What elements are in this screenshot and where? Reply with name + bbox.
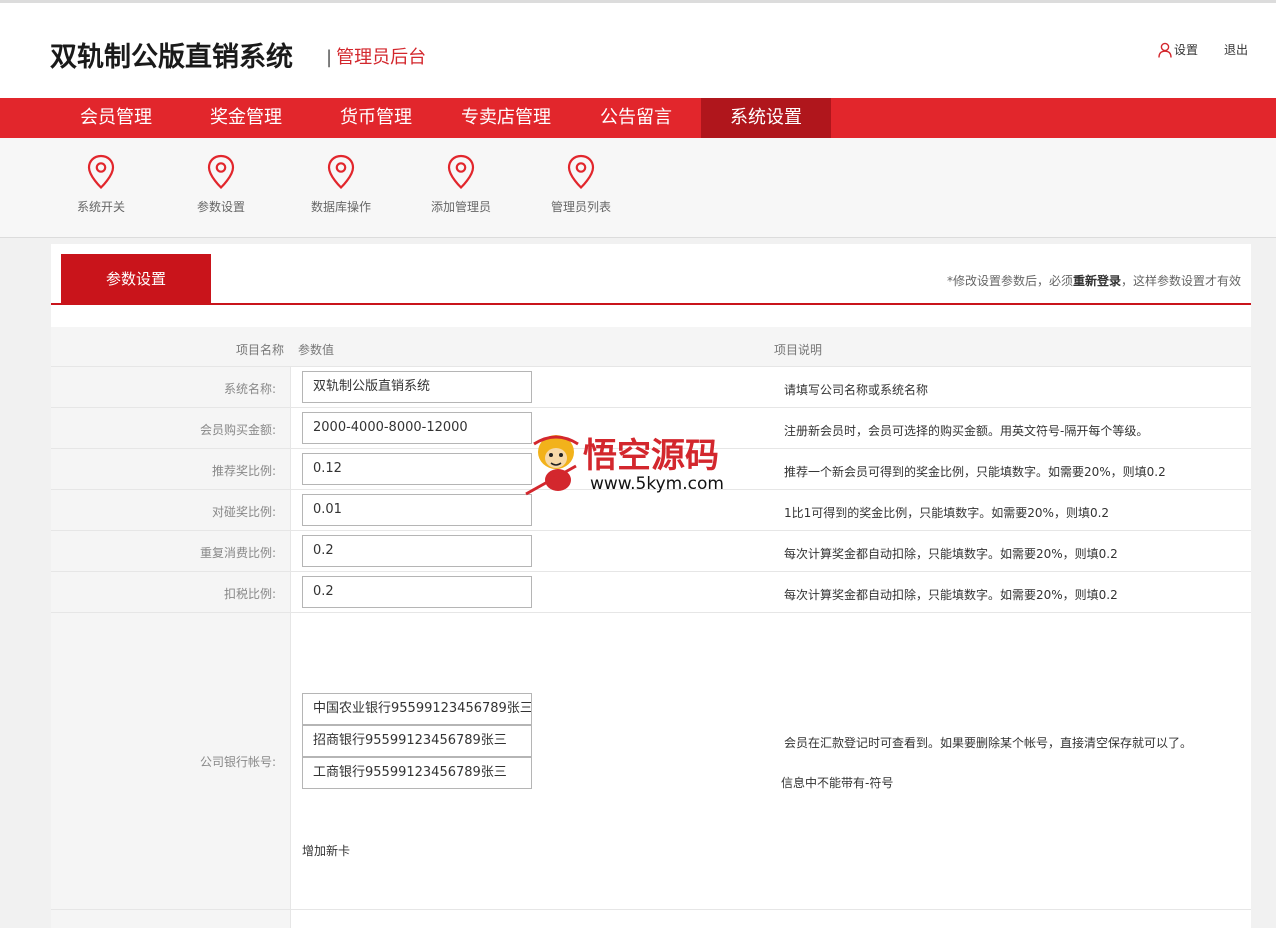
panel-tab[interactable]: 参数设置: [61, 254, 211, 304]
table-row: 推荐奖比例: 0.12 推荐一个新会员可得到的奖金比例，只能填数字。如需要20%…: [51, 449, 1251, 490]
subnav-label: 添加管理员: [430, 200, 491, 214]
subnav-system-switch[interactable]: 系统开关: [41, 154, 161, 215]
location-pin-icon: [207, 154, 235, 190]
note-suffix: ，这样参数设置才有效: [1120, 274, 1241, 288]
bank-note: 信息中不能带有-符号: [781, 776, 894, 790]
subnav-label: 系统开关: [76, 200, 125, 214]
nav-system-settings[interactable]: 系统设置: [701, 98, 831, 138]
sub-nav: 系统开关 参数设置 数据库操作 添加管理员 管理员列表: [0, 138, 1276, 238]
table-header: 项目名称 参数值 项目说明: [51, 327, 1251, 367]
table-row: [51, 910, 1251, 928]
row-description: 每次计算奖金都自动扣除，只能填数字。如需要20%，则填0.2: [784, 588, 1118, 602]
header-item-name: 项目名称: [236, 343, 285, 357]
table-row: 扣税比例: 0.2 每次计算奖金都自动扣除，只能填数字。如需要20%，则填0.2: [51, 572, 1251, 613]
user-icon: [1158, 42, 1172, 58]
subnav-database-operations[interactable]: 数据库操作: [281, 154, 401, 215]
settings-panel: 参数设置 *修改设置参数后，必须重新登录，这样参数设置才有效 项目名称 参数值 …: [51, 244, 1251, 928]
note-emphasis: 重新登录: [1072, 274, 1121, 288]
header-param-value: 参数值: [298, 343, 335, 357]
row-label-cell: 系统名称:: [51, 367, 291, 407]
row-description: 推荐一个新会员可得到的奖金比例，只能填数字。如需要20%，则填0.2: [784, 465, 1166, 479]
subnav-parameter-settings[interactable]: 参数设置: [161, 154, 281, 215]
row-label: 系统名称:: [223, 382, 276, 396]
bank-description: 会员在汇款登记时可查看到。如果要删除某个帐号，直接清空保存就可以了。: [784, 736, 1193, 750]
row-description: 注册新会员时，会员可选择的购买金额。用英文符号-隔开每个等级。: [784, 424, 1149, 438]
repeat-consumption-input[interactable]: 0.2: [302, 535, 532, 567]
subtitle-text: 管理员后台: [336, 47, 427, 68]
row-label-cell: 公司银行帐号:: [51, 613, 291, 909]
table-row: 系统名称: 双轨制公版直销系统 请填写公司名称或系统名称: [51, 367, 1251, 408]
header: 双轨制公版直销系统 | 管理员后台 设置 退出: [0, 3, 1276, 98]
table-row: 重复消费比例: 0.2 每次计算奖金都自动扣除，只能填数字。如需要20%，则填0…: [51, 531, 1251, 572]
note-prefix: *修改设置参数后，必须: [946, 274, 1073, 288]
table-row: 会员购买金额: 2000-4000-8000-12000 注册新会员时，会员可选…: [51, 408, 1251, 449]
row-label-cell: 重复消费比例:: [51, 531, 291, 571]
panel-note: *修改设置参数后，必须重新登录，这样参数设置才有效: [947, 272, 1241, 289]
row-label: 公司银行帐号:: [199, 755, 276, 769]
row-description: 每次计算奖金都自动扣除，只能填数字。如需要20%，则填0.2: [784, 547, 1118, 561]
nav-member-management[interactable]: 会员管理: [51, 98, 181, 138]
title-separator: |: [326, 47, 333, 68]
row-label-cell: 会员购买金额:: [51, 408, 291, 448]
table-row-bank: 公司银行帐号: 中国农业银行95599123456789张三 招商银行95599…: [51, 613, 1251, 910]
row-description: 1比1可得到的奖金比例，只能填数字。如需要20%，则填0.2: [784, 506, 1110, 520]
bank-account-input-3[interactable]: 工商银行95599123456789张三: [302, 757, 532, 789]
settings-link[interactable]: 设置: [1158, 41, 1198, 58]
referral-ratio-input[interactable]: 0.12: [302, 453, 532, 485]
row-label-cell: 对碰奖比例:: [51, 490, 291, 530]
row-label: 重复消费比例:: [199, 546, 276, 560]
row-label-cell: 推荐奖比例:: [51, 449, 291, 489]
app-subtitle: | 管理员后台: [326, 43, 426, 69]
subnav-add-admin[interactable]: 添加管理员: [401, 154, 521, 215]
nav-currency-management[interactable]: 货币管理: [311, 98, 441, 138]
tax-ratio-input[interactable]: 0.2: [302, 576, 532, 608]
nav-store-management[interactable]: 专卖店管理: [441, 98, 571, 138]
add-card-link[interactable]: 增加新卡: [302, 842, 350, 859]
row-description: 请填写公司名称或系统名称: [784, 383, 929, 397]
row-label: 扣税比例:: [223, 587, 276, 601]
system-name-input[interactable]: 双轨制公版直销系统: [302, 371, 532, 403]
row-label-cell: [51, 910, 291, 928]
nav-announcements[interactable]: 公告留言: [571, 98, 701, 138]
logout-label: 退出: [1223, 43, 1248, 57]
row-label: 对碰奖比例:: [211, 505, 276, 519]
subnav-label: 参数设置: [196, 200, 245, 214]
row-label: 会员购买金额:: [199, 423, 276, 437]
panel-divider: [51, 303, 1251, 305]
subnav-label: 数据库操作: [310, 200, 371, 214]
bank-account-input-2[interactable]: 招商银行95599123456789张三: [302, 725, 532, 757]
logout-link[interactable]: 退出: [1224, 41, 1248, 58]
location-pin-icon: [567, 154, 595, 190]
row-label-cell: 扣税比例:: [51, 572, 291, 612]
table-row: 对碰奖比例: 0.01 1比1可得到的奖金比例，只能填数字。如需要20%，则填0…: [51, 490, 1251, 531]
app-title: 双轨制公版直销系统: [50, 42, 293, 73]
purchase-amount-input[interactable]: 2000-4000-8000-12000: [302, 412, 532, 444]
settings-label: 设置: [1173, 43, 1198, 57]
top-links: 设置 退出: [1158, 41, 1248, 58]
main-nav: 会员管理 奖金管理 货币管理 专卖店管理 公告留言 系统设置: [0, 98, 1276, 138]
row-label: 推荐奖比例:: [211, 464, 276, 478]
location-pin-icon: [87, 154, 115, 190]
subnav-label: 管理员列表: [550, 200, 611, 214]
nav-bonus-management[interactable]: 奖金管理: [181, 98, 311, 138]
location-pin-icon: [327, 154, 355, 190]
bank-account-input-1[interactable]: 中国农业银行95599123456789张三: [302, 693, 532, 725]
location-pin-icon: [447, 154, 475, 190]
pairing-ratio-input[interactable]: 0.01: [302, 494, 532, 526]
header-description: 项目说明: [774, 343, 823, 357]
subnav-admin-list[interactable]: 管理员列表: [521, 154, 641, 215]
